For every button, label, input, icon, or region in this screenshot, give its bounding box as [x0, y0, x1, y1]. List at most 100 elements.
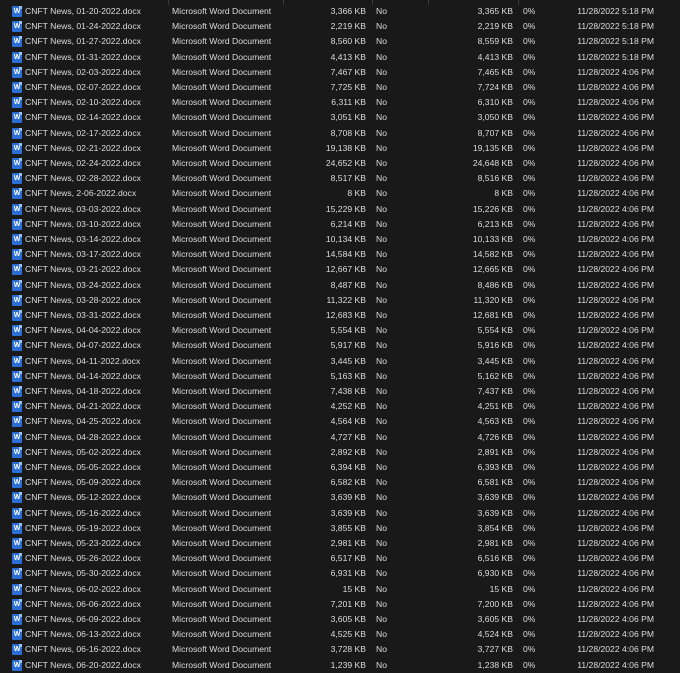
file-row[interactable]: CNFT News, 04-18-2022.docx Microsoft Word… [0, 384, 680, 399]
file-name[interactable]: CNFT News, 04-18-2022.docx [25, 384, 141, 399]
file-name[interactable]: CNFT News, 06-06-2022.docx [25, 597, 141, 612]
file-name[interactable]: CNFT News, 04-28-2022.docx [25, 430, 141, 445]
file-row[interactable]: CNFT News, 05-09-2022.docx Microsoft Word… [0, 475, 680, 490]
file-name[interactable]: CNFT News, 03-17-2022.docx [25, 247, 141, 262]
file-name[interactable]: CNFT News, 04-04-2022.docx [25, 323, 141, 338]
file-row[interactable]: CNFT News, 02-14-2022.docx Microsoft Word… [0, 110, 680, 125]
file-row[interactable]: CNFT News, 05-02-2022.docx Microsoft Word… [0, 445, 680, 460]
file-name[interactable]: CNFT News, 03-21-2022.docx [25, 262, 141, 277]
file-row[interactable]: CNFT News, 04-21-2022.docx Microsoft Word… [0, 399, 680, 414]
file-row[interactable]: CNFT News, 03-03-2022.docx Microsoft Word… [0, 202, 680, 217]
file-row[interactable]: CNFT News, 01-20-2022.docx Microsoft Word… [0, 4, 680, 19]
file-name[interactable]: CNFT News, 05-19-2022.docx [25, 521, 141, 536]
file-name[interactable]: CNFT News, 04-11-2022.docx [25, 354, 140, 369]
file-name[interactable]: CNFT News, 06-20-2022.docx [25, 658, 141, 673]
file-name[interactable]: CNFT News, 06-16-2022.docx [25, 642, 141, 657]
file-row[interactable]: CNFT News, 04-28-2022.docx Microsoft Word… [0, 430, 680, 445]
file-name[interactable]: CNFT News, 05-09-2022.docx [25, 475, 141, 490]
file-row[interactable]: CNFT News, 02-17-2022.docx Microsoft Word… [0, 126, 680, 141]
file-row[interactable]: CNFT News, 02-21-2022.docx Microsoft Word… [0, 141, 680, 156]
encrypted-flag: No [376, 142, 387, 153]
file-row[interactable]: CNFT News, 05-12-2022.docx Microsoft Word… [0, 490, 680, 505]
file-row[interactable]: CNFT News, 04-07-2022.docx Microsoft Word… [0, 338, 680, 353]
file-name[interactable]: CNFT News, 02-21-2022.docx [25, 141, 141, 156]
encrypted-flag: No [376, 644, 387, 655]
file-row[interactable]: CNFT News, 05-16-2022.docx Microsoft Word… [0, 506, 680, 521]
file-name[interactable]: CNFT News, 02-24-2022.docx [25, 156, 141, 171]
file-name[interactable]: CNFT News, 02-03-2022.docx [25, 65, 141, 80]
file-name[interactable]: CNFT News, 04-21-2022.docx [25, 399, 141, 414]
file-name[interactable]: CNFT News, 04-07-2022.docx [25, 338, 141, 353]
file-name[interactable]: CNFT News, 2-06-2022.docx [25, 186, 136, 201]
file-name[interactable]: CNFT News, 02-17-2022.docx [25, 126, 141, 141]
file-row[interactable]: CNFT News, 02-28-2022.docx Microsoft Word… [0, 171, 680, 186]
file-name[interactable]: CNFT News, 02-28-2022.docx [25, 171, 141, 186]
file-name[interactable]: CNFT News, 03-14-2022.docx [25, 232, 141, 247]
packed-size: 7,465 KB [477, 66, 513, 77]
file-name[interactable]: CNFT News, 05-05-2022.docx [25, 460, 141, 475]
file-name[interactable]: CNFT News, 06-09-2022.docx [25, 612, 141, 627]
file-row[interactable]: CNFT News, 05-26-2022.docx Microsoft Word… [0, 551, 680, 566]
file-row[interactable]: CNFT News, 05-23-2022.docx Microsoft Word… [0, 536, 680, 551]
file-row[interactable]: CNFT News, 06-16-2022.docx Microsoft Word… [0, 642, 680, 657]
file-name[interactable]: CNFT News, 06-13-2022.docx [25, 627, 141, 642]
file-row[interactable]: CNFT News, 04-11-2022.docx Microsoft Word… [0, 354, 680, 369]
file-row[interactable]: CNFT News, 01-31-2022.docx Microsoft Word… [0, 50, 680, 65]
file-name[interactable]: CNFT News, 04-25-2022.docx [25, 414, 141, 429]
file-name[interactable]: CNFT News, 05-30-2022.docx [25, 566, 141, 581]
file-name[interactable]: CNFT News, 06-02-2022.docx [25, 582, 141, 597]
file-row[interactable]: CNFT News, 04-04-2022.docx Microsoft Word… [0, 323, 680, 338]
file-row[interactable]: CNFT News, 06-20-2022.docx Microsoft Word… [0, 658, 680, 673]
compression-ratio: 0% [523, 66, 536, 77]
file-name[interactable]: CNFT News, 02-07-2022.docx [25, 80, 141, 95]
file-row[interactable]: CNFT News, 03-21-2022.docx Microsoft Word… [0, 262, 680, 277]
file-name[interactable]: CNFT News, 01-31-2022.docx [25, 50, 141, 65]
word-document-icon [12, 629, 22, 641]
file-name[interactable]: CNFT News, 03-10-2022.docx [25, 217, 141, 232]
file-size: 8,487 KB [330, 279, 366, 290]
file-row[interactable]: CNFT News, 06-09-2022.docx Microsoft Word… [0, 612, 680, 627]
file-row[interactable]: CNFT News, 02-07-2022.docx Microsoft Word… [0, 80, 680, 95]
file-name[interactable]: CNFT News, 04-14-2022.docx [25, 369, 141, 384]
file-row[interactable]: CNFT News, 06-13-2022.docx Microsoft Word… [0, 627, 680, 642]
file-row[interactable]: CNFT News, 05-30-2022.docx Microsoft Word… [0, 566, 680, 581]
file-row[interactable]: CNFT News, 03-24-2022.docx Microsoft Word… [0, 278, 680, 293]
file-name[interactable]: CNFT News, 05-02-2022.docx [25, 445, 141, 460]
file-row[interactable]: CNFT News, 02-03-2022.docx Microsoft Word… [0, 65, 680, 80]
file-row[interactable]: CNFT News, 05-19-2022.docx Microsoft Word… [0, 521, 680, 536]
packed-size: 3,050 KB [477, 112, 513, 123]
file-row[interactable]: CNFT News, 03-17-2022.docx Microsoft Word… [0, 247, 680, 262]
file-row[interactable]: CNFT News, 01-24-2022.docx Microsoft Word… [0, 19, 680, 34]
file-row[interactable]: CNFT News, 03-14-2022.docx Microsoft Word… [0, 232, 680, 247]
file-row[interactable]: CNFT News, 2-06-2022.docx Microsoft Word … [0, 186, 680, 201]
file-row[interactable]: CNFT News, 01-27-2022.docx Microsoft Word… [0, 34, 680, 49]
file-name[interactable]: CNFT News, 03-24-2022.docx [25, 278, 141, 293]
file-name[interactable]: CNFT News, 02-10-2022.docx [25, 95, 141, 110]
file-size: 15 KB [342, 583, 366, 594]
modified-date: 11/28/2022 5:18 PM [577, 6, 654, 16]
file-name[interactable]: CNFT News, 01-20-2022.docx [25, 4, 141, 19]
file-name[interactable]: CNFT News, 03-28-2022.docx [25, 293, 141, 308]
file-row[interactable]: CNFT News, 03-31-2022.docx Microsoft Word… [0, 308, 680, 323]
file-name[interactable]: CNFT News, 05-12-2022.docx [25, 490, 141, 505]
file-row[interactable]: CNFT News, 05-05-2022.docx Microsoft Word… [0, 460, 680, 475]
encrypted-flag: No [376, 66, 387, 77]
file-row[interactable]: CNFT News, 04-25-2022.docx Microsoft Word… [0, 414, 680, 429]
file-name[interactable]: CNFT News, 01-27-2022.docx [25, 34, 141, 49]
file-row[interactable]: CNFT News, 02-10-2022.docx Microsoft Word… [0, 95, 680, 110]
file-row[interactable]: CNFT News, 06-06-2022.docx Microsoft Word… [0, 597, 680, 612]
file-row[interactable]: CNFT News, 03-10-2022.docx Microsoft Word… [0, 217, 680, 232]
file-name[interactable]: CNFT News, 02-14-2022.docx [25, 110, 141, 125]
file-name[interactable]: CNFT News, 05-23-2022.docx [25, 536, 141, 551]
file-name[interactable]: CNFT News, 05-26-2022.docx [25, 551, 141, 566]
file-name[interactable]: CNFT News, 03-31-2022.docx [25, 308, 141, 323]
file-name[interactable]: CNFT News, 03-03-2022.docx [25, 202, 141, 217]
file-row[interactable]: CNFT News, 04-14-2022.docx Microsoft Word… [0, 369, 680, 384]
file-name[interactable]: CNFT News, 01-24-2022.docx [25, 19, 141, 34]
file-row[interactable]: CNFT News, 03-28-2022.docx Microsoft Word… [0, 293, 680, 308]
file-name[interactable]: CNFT News, 05-16-2022.docx [25, 506, 141, 521]
file-row[interactable]: CNFT News, 06-02-2022.docx Microsoft Word… [0, 582, 680, 597]
file-row[interactable]: CNFT News, 02-24-2022.docx Microsoft Word… [0, 156, 680, 171]
modified-date: 11/28/2022 4:06 PM [577, 614, 654, 624]
packed-size: 6,930 KB [477, 568, 513, 579]
